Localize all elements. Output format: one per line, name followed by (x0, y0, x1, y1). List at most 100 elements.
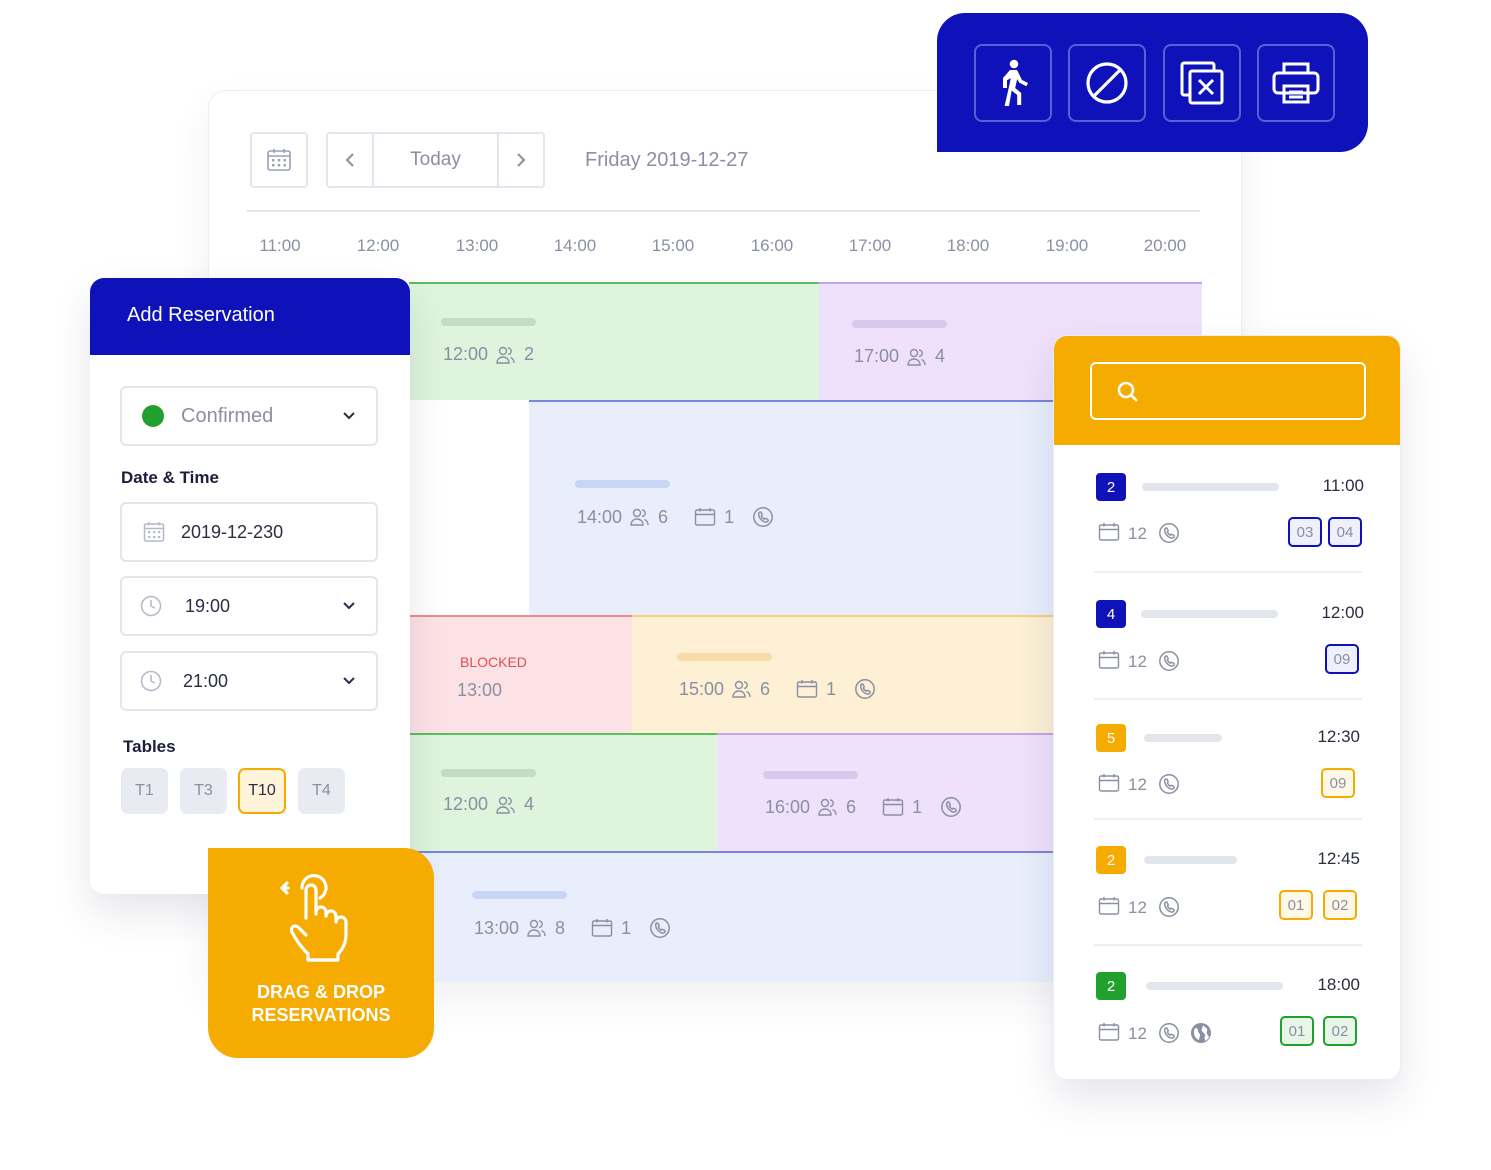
reservation-time: 13:00 (457, 680, 503, 700)
table-chip[interactable]: T3 (180, 768, 227, 814)
table-chip: 02 (1323, 1016, 1357, 1046)
calendar-icon (266, 147, 292, 173)
list-item[interactable]: 2 12:45 12 01 02 (1094, 846, 1364, 966)
reservation-time: 12:00 (1321, 603, 1364, 622)
phone-icon (1158, 773, 1180, 795)
reservation-block[interactable]: 14:00 6 1 (529, 400, 1054, 615)
reservation-block[interactable]: 13:00 8 1 (409, 851, 1054, 981)
count-value: 12 (1128, 1024, 1147, 1043)
blocked-label: BLOCKED (460, 654, 527, 670)
guest-name-bar (575, 480, 670, 488)
reservation-time: 11:00 (1322, 476, 1364, 495)
today-button[interactable]: Today (374, 134, 499, 186)
hour-label: 15:00 (651, 236, 695, 255)
start-time-select[interactable]: 19:00 (120, 576, 378, 636)
reservation-block[interactable]: 12:00 4 (409, 733, 717, 851)
table-chip[interactable]: T4 (298, 768, 345, 814)
guest-name-bar (1146, 982, 1283, 990)
reservation-time: 12:45 (1317, 849, 1360, 868)
prev-day-button[interactable] (328, 134, 374, 186)
phone-icon (1158, 896, 1180, 918)
print-button[interactable] (1257, 44, 1335, 122)
cancel-icon (1179, 60, 1225, 106)
reservation-time: 12:00 (443, 344, 489, 364)
phone-icon (1158, 522, 1180, 544)
list-item[interactable]: 4 12:00 12 09 (1094, 600, 1364, 720)
table-icon (591, 918, 613, 938)
chevron-left-icon (344, 152, 356, 168)
count-value: 12 (1128, 898, 1147, 917)
block-button[interactable] (1068, 44, 1146, 122)
walk-in-button[interactable] (974, 44, 1052, 122)
reservation-info: 12:00 2 (443, 344, 534, 365)
block-icon (1084, 60, 1130, 106)
phone-icon (752, 506, 774, 528)
table-count: 1 (826, 678, 837, 699)
drag-drop-line2: RESERVATIONS (251, 1005, 391, 1025)
table-chip-selected[interactable]: T10 (238, 768, 286, 814)
list-item[interactable]: 2 18:00 12 01 02 (1094, 972, 1364, 1079)
blocked-block[interactable]: BLOCKED 13:00 (409, 615, 632, 733)
hour-scale: 11:00 12:00 13:00 14:00 15:00 16:00 17:0… (245, 236, 1205, 258)
tables-label: Tables (123, 737, 176, 756)
hour-label: 11:00 (259, 236, 301, 255)
panel-title: Add Reservation (90, 278, 410, 355)
hour-label: 18:00 (946, 236, 990, 255)
calendar-icon (143, 521, 165, 543)
calendar-icon (1098, 773, 1120, 793)
reservation-block[interactable]: 15:00 6 1 (632, 615, 1054, 733)
guest-name-bar (677, 653, 772, 661)
calendar-button[interactable] (250, 132, 308, 188)
search-input[interactable] (1090, 362, 1366, 420)
calendar-icon (1098, 522, 1120, 542)
next-day-button[interactable] (499, 134, 543, 186)
reservation-info: 17:00 4 (854, 346, 945, 367)
date-nav: Today (326, 132, 545, 188)
reservation-block[interactable]: 12:00 2 (409, 282, 819, 400)
count-value: 12 (1128, 652, 1147, 671)
hour-label: 20:00 (1143, 236, 1187, 255)
table-icon (796, 679, 818, 699)
reservation-info: 15:00 6 1 (679, 678, 876, 700)
list-divider (1094, 818, 1362, 820)
list-item[interactable]: 2 11:00 12 03 04 (1094, 473, 1364, 593)
reservation-block[interactable]: 16:00 6 1 (717, 733, 1054, 851)
walk-in-icon (993, 59, 1033, 107)
guest-count: 4 (935, 346, 946, 366)
guests-icon (732, 679, 752, 699)
hour-label: 16:00 (750, 236, 794, 255)
reservation-info: 16:00 6 1 (765, 796, 962, 818)
cancel-button[interactable] (1163, 44, 1241, 122)
reservation-time: 12:30 (1317, 727, 1360, 746)
guest-name-bar (763, 771, 858, 779)
phone-icon (1158, 1022, 1180, 1044)
table-count: 1 (724, 506, 735, 527)
print-icon (1271, 61, 1321, 105)
list-item[interactable]: 5 12:30 12 09 (1094, 724, 1364, 844)
calendar-icon (1098, 650, 1120, 670)
table-chip[interactable]: T1 (121, 768, 168, 814)
guests-icon (630, 507, 650, 527)
guest-name-bar (852, 320, 947, 328)
add-reservation-panel: Add Reservation Confirmed Date & Time 20… (90, 278, 410, 894)
start-time-value: 19:00 (185, 595, 231, 616)
hour-label: 13:00 (455, 236, 499, 255)
table-chip: 04 (1328, 517, 1362, 547)
end-time-select[interactable]: 21:00 (120, 651, 378, 711)
date-value: 2019-12-230 (181, 521, 284, 542)
reservation-list-panel: 2 11:00 12 03 04 4 12:00 12 09 5 12:30 1… (1053, 335, 1401, 1080)
date-field[interactable]: 2019-12-230 (120, 502, 378, 562)
chevron-right-icon (515, 152, 527, 168)
hour-label: 17:00 (848, 236, 892, 255)
guests-icon (907, 347, 927, 367)
status-select[interactable]: Confirmed (120, 386, 378, 446)
drag-hand-icon (280, 874, 350, 968)
guests-icon (496, 795, 516, 815)
guest-count: 2 (524, 344, 535, 364)
reservation-time: 18:00 (1317, 975, 1360, 994)
guest-count: 4 (524, 794, 535, 814)
list-divider (1094, 571, 1362, 573)
chevron-down-icon (342, 601, 356, 611)
party-badge: 4 (1096, 600, 1126, 628)
calendar-icon (1098, 1022, 1120, 1042)
